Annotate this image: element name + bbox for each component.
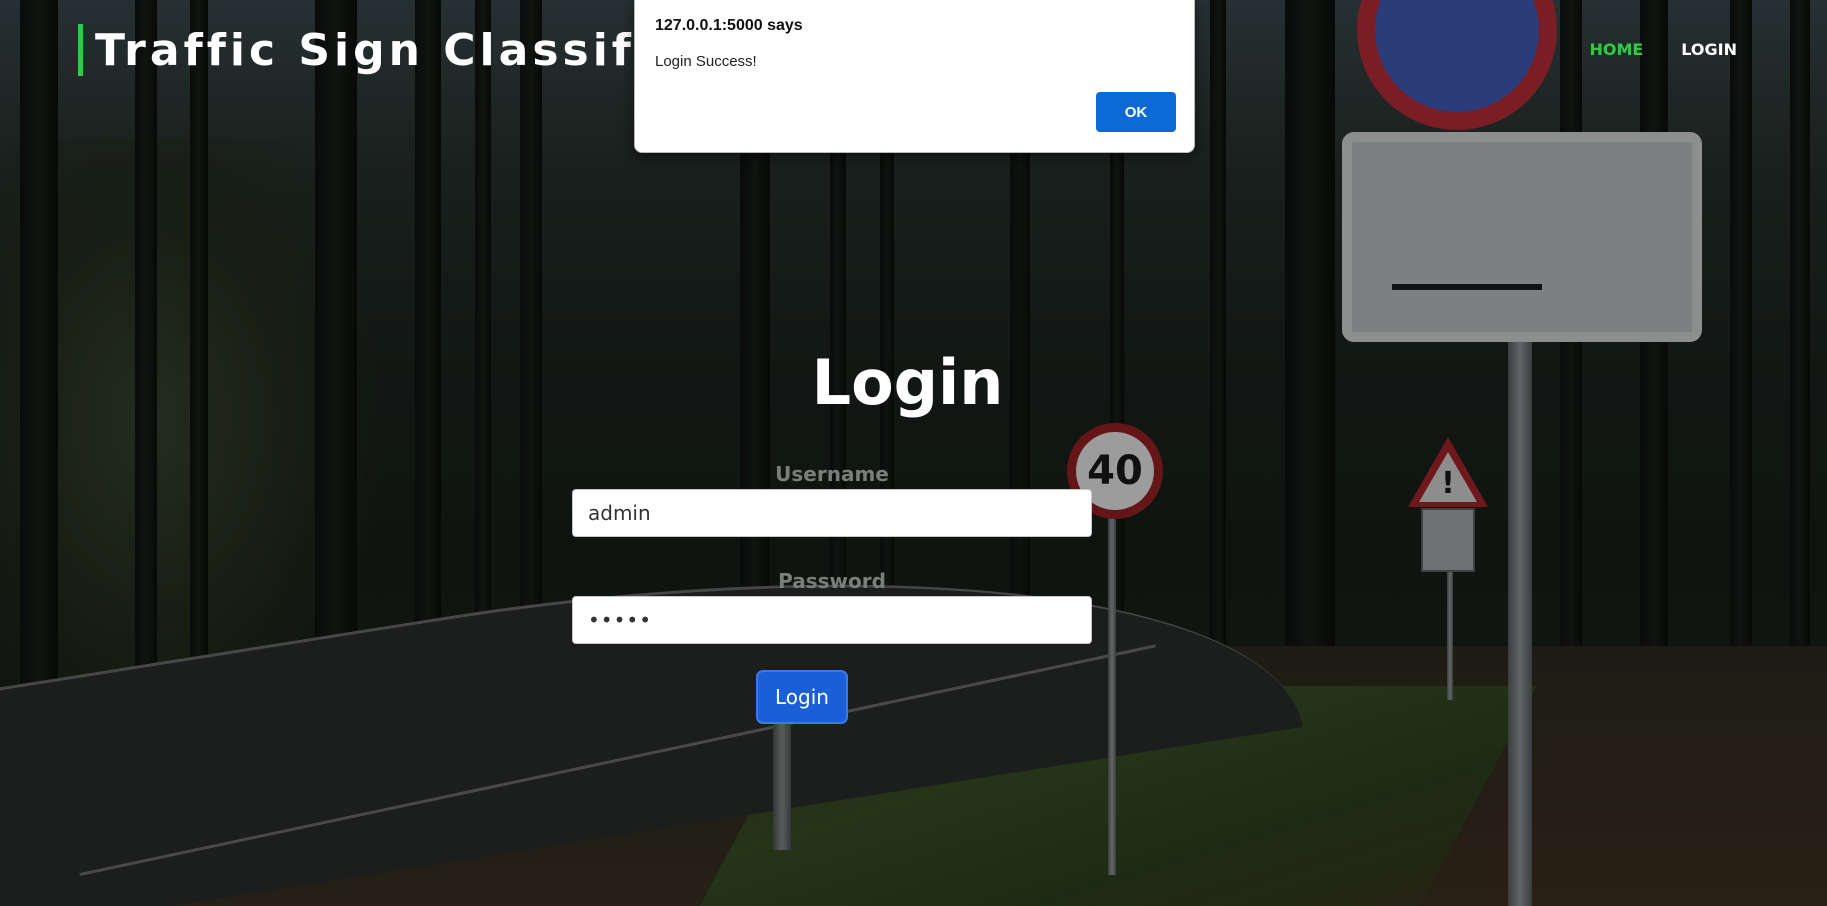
alert-ok-button[interactable]: OK [1096,92,1176,132]
nav-link-home[interactable]: HOME [1589,40,1643,59]
password-label: Password [778,569,886,593]
password-input[interactable] [572,596,1092,644]
alert-title: 127.0.0.1:5000 says [655,17,803,34]
main-nav: HOME LOGIN [1589,40,1737,59]
brand-accent-bar [78,24,83,76]
alert-dialog: 127.0.0.1:5000 says Login Success! OK [634,0,1195,153]
username-input[interactable] [572,489,1092,537]
alert-message: Login Success! [655,53,757,70]
username-label: Username [775,462,889,486]
nav-link-login[interactable]: LOGIN [1681,40,1737,59]
no-parking-panel-image [1342,132,1702,342]
road-damage-plate-image [1421,508,1475,572]
login-button[interactable]: Login [756,670,848,724]
login-title: Login [811,346,1004,419]
page: 40 ! Traffic Sign Classification HOME LO… [0,0,1827,906]
